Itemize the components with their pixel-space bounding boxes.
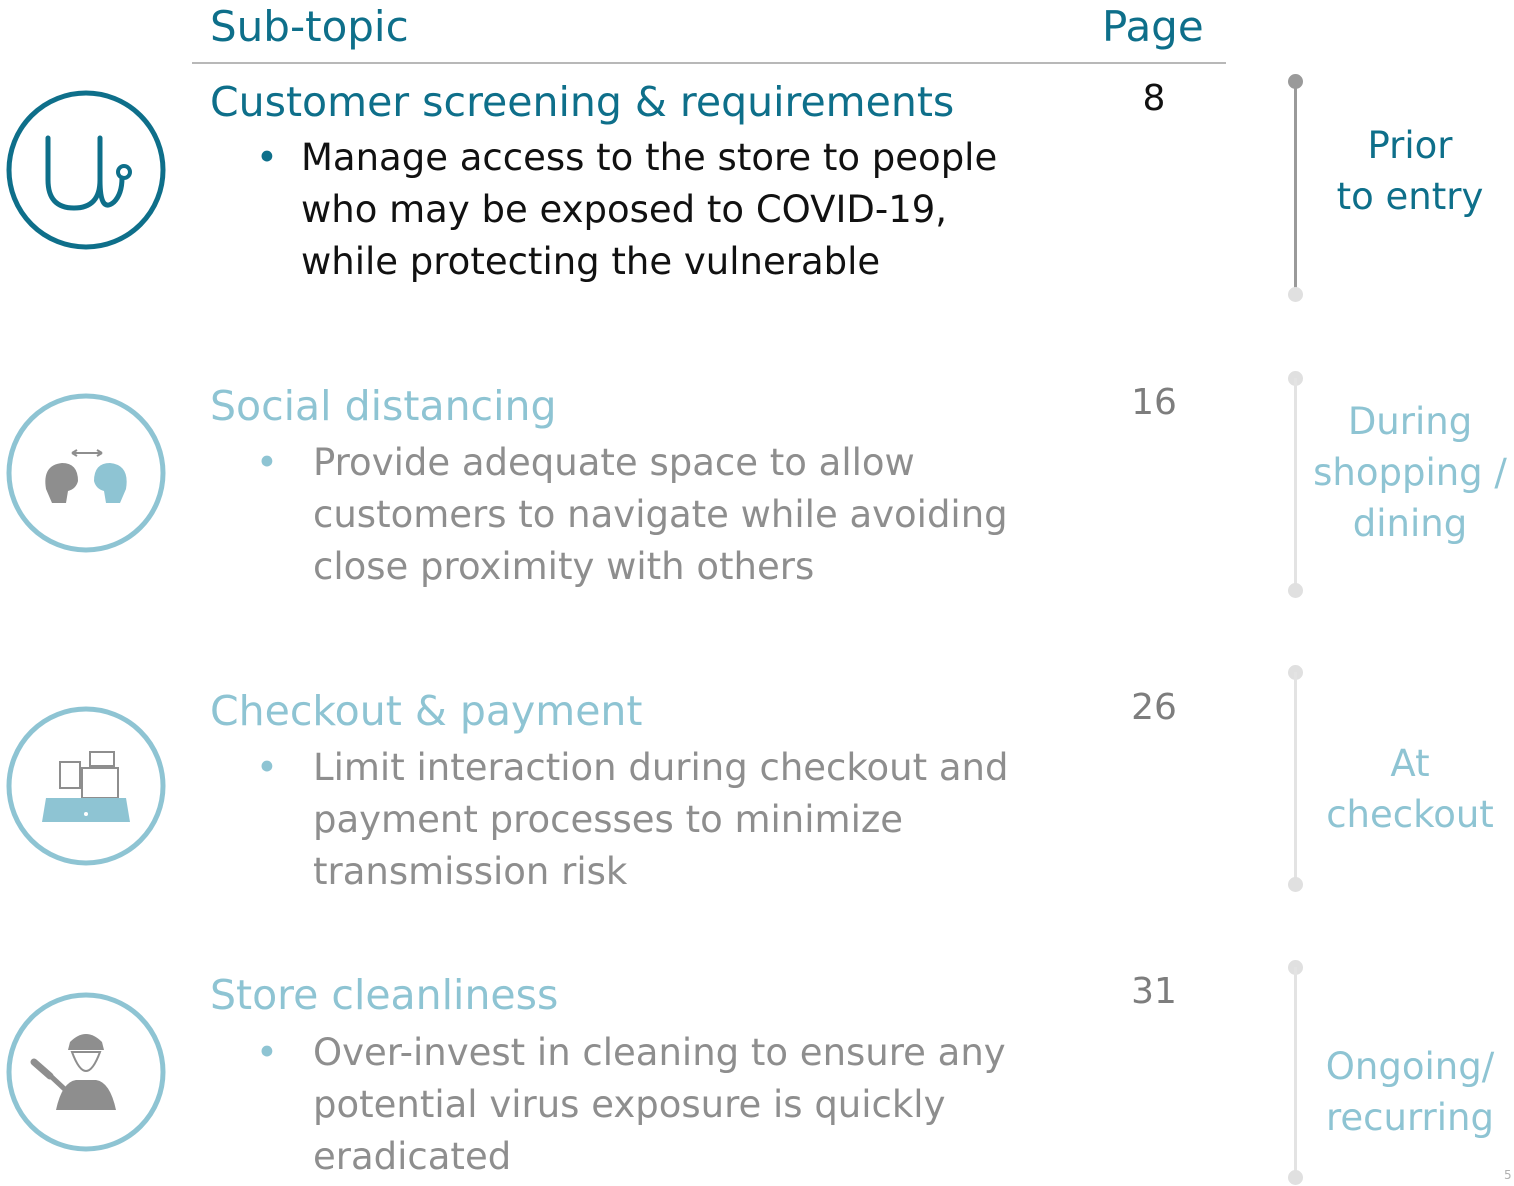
bullet-line: eradicated: [313, 1135, 512, 1178]
phase-line-text: Prior: [1367, 124, 1453, 167]
bullet: •: [256, 136, 278, 179]
header-divider: [192, 62, 1226, 64]
phase-line-text: Ongoing/: [1325, 1045, 1495, 1088]
page-number[interactable]: 31: [1114, 971, 1194, 1012]
bullet-line: Over-invest in cleaning to ensure any: [313, 1031, 1006, 1074]
phase-line-text: shopping /: [1313, 451, 1507, 494]
page-number[interactable]: 8: [1114, 78, 1194, 119]
bullet-line: Provide adequate space to allow: [313, 441, 915, 484]
phase-line-text: to entry: [1336, 175, 1484, 218]
section-title[interactable]: Checkout & payment: [210, 687, 642, 735]
bullet-line: Manage access to the store to people: [301, 136, 998, 179]
phase-label: At checkout: [1300, 738, 1514, 840]
bullet-line: customers to navigate while avoiding: [313, 493, 1008, 536]
page-footnote: 5: [1504, 1168, 1512, 1182]
phase-line-text: During: [1347, 400, 1473, 443]
phase-line-text: dining: [1352, 502, 1468, 545]
bullet: •: [256, 746, 278, 789]
page-column-header: Page: [1102, 2, 1204, 51]
stethoscope-icon: [6, 90, 166, 250]
phase-bottom-dot: [1288, 877, 1303, 892]
section-title[interactable]: Customer screening & requirements: [210, 78, 954, 126]
bullet-line: who may be exposed to COVID-19,: [301, 188, 948, 231]
phase-bottom-dot: [1288, 1170, 1303, 1185]
phase-line: [1294, 378, 1297, 588]
page-number[interactable]: 16: [1114, 382, 1194, 423]
bullet-line: close proximity with others: [313, 545, 815, 588]
bullet-line: while protecting the vulnerable: [301, 240, 881, 283]
phase-label: Ongoing/ recurring: [1300, 1041, 1514, 1143]
bullet-line: payment processes to minimize: [313, 798, 904, 841]
bullet: •: [256, 1031, 278, 1074]
phase-line: [1294, 967, 1297, 1175]
phase-line: [1294, 672, 1297, 882]
phase-line-text: At: [1390, 742, 1430, 785]
phase-line: [1294, 82, 1297, 294]
phase-label: Prior to entry: [1300, 120, 1514, 222]
section-title[interactable]: Store cleanliness: [210, 971, 558, 1019]
phase-line-text: recurring: [1326, 1096, 1494, 1139]
bullet-line: potential virus exposure is quickly: [313, 1083, 946, 1126]
phase-bottom-dot: [1288, 287, 1303, 302]
bullet-line: transmission risk: [313, 850, 628, 893]
cleaner-icon: [6, 992, 166, 1152]
bullet-line: Limit interaction during checkout and: [313, 746, 1009, 789]
subtopic-column-header: Sub-topic: [210, 2, 409, 51]
section-title[interactable]: Social distancing: [210, 382, 557, 430]
phase-bottom-dot: [1288, 583, 1303, 598]
bullet: •: [256, 441, 278, 484]
phase-line-text: checkout: [1326, 793, 1494, 836]
distancing-heads-icon: [6, 393, 166, 553]
cash-register-icon: [6, 706, 166, 866]
phase-label: During shopping / dining: [1300, 396, 1514, 549]
page-number[interactable]: 26: [1114, 687, 1194, 728]
